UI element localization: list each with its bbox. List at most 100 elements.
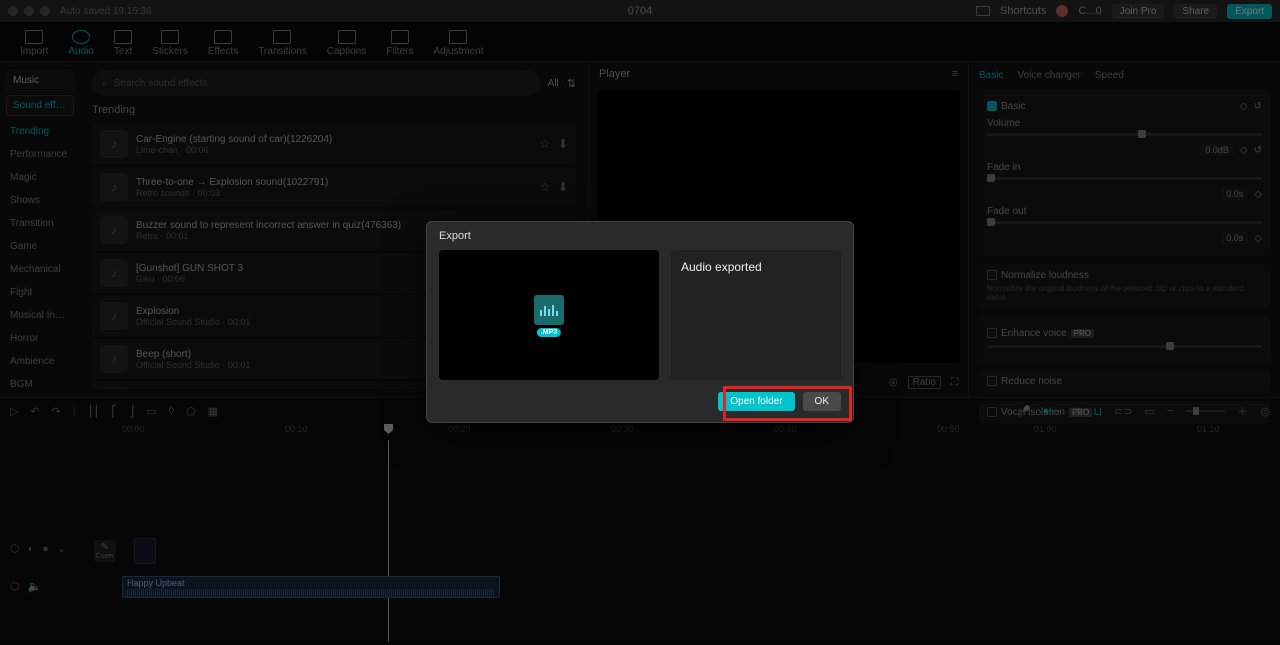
rtab-voice-changer[interactable]: Voice changer [1017,70,1080,81]
split-icon[interactable]: ⎮⎮ [88,405,99,418]
fadeout-label: Fade out [987,206,1026,217]
lock-icon[interactable]: ⬡ [10,542,20,555]
tab-filters[interactable]: Filters [376,30,423,61]
voiceover-icon[interactable]: ▦ [208,405,218,418]
fadein-slider[interactable] [987,177,1262,180]
undo-icon[interactable]: ↶ [30,405,39,418]
timeline-ruler[interactable]: 00:00 00:10 00:20 00:30 00:40 00:50 01:0… [0,424,1280,440]
link-icon[interactable]: ⊂⊃ [1114,405,1132,418]
audio-clip[interactable]: Happy Upbeat [122,576,500,598]
tab-text[interactable]: Text [104,30,142,61]
ratio-button[interactable]: Ratio [908,376,941,389]
volume-label: Volume [987,118,1020,129]
snap-icon[interactable]: ⊟ [1072,405,1081,418]
delete-icon[interactable]: ▭ [146,405,156,418]
cat-musical[interactable]: Musical Inst... [0,304,80,327]
basic-checkbox[interactable] [987,101,997,111]
playhead-icon[interactable] [384,424,393,434]
favorite-icon[interactable]: ☆ [539,137,550,151]
filter-all[interactable]: All [548,78,559,89]
cat-magic[interactable]: Magic [0,166,80,189]
cat-performance[interactable]: Performance [0,143,80,166]
cat-fight[interactable]: Fight [0,281,80,304]
favorite-icon[interactable]: ☆ [539,180,550,194]
collapse-icon[interactable]: ⌄ [57,542,66,555]
sound-item[interactable]: ♪Car-Engine (starting sound of car)(1226… [92,124,576,164]
avatar[interactable] [1056,5,1068,17]
marker-icon[interactable]: ⬠ [186,405,196,418]
join-pro-button[interactable]: Join Pro [1112,4,1165,19]
zoom-slider[interactable] [1185,410,1225,412]
volume-slider[interactable] [987,133,1262,136]
cover-thumbnail[interactable] [134,538,156,564]
tab-adjustment[interactable]: Adjustment [423,30,493,61]
keyframe-icon[interactable]: ◇ [1240,145,1248,156]
player-menu-icon[interactable]: ≡ [952,68,958,80]
rtab-speed[interactable]: Speed [1095,70,1124,81]
magnet-icon[interactable]: ⊔ [1094,405,1103,418]
pointer-tool-icon[interactable]: ▷ [10,405,18,418]
keyframe-icon[interactable]: ◇ [1240,101,1248,112]
reset-icon[interactable]: ↺ [1254,145,1262,156]
cat-transition[interactable]: Transition [0,212,80,235]
import-icon [25,30,43,44]
keyframe-icon[interactable]: ◇ [1254,233,1262,244]
tab-audio[interactable]: Audio [58,30,104,61]
cat-mechanical[interactable]: Mechanical [0,258,80,281]
zoom-out-icon[interactable]: − [1167,405,1173,417]
open-folder-button[interactable]: Open folder [718,392,794,411]
sort-icon[interactable]: ⇅ [567,77,576,90]
download-icon[interactable]: ⬇ [558,137,568,151]
shortcuts-link[interactable]: Shortcuts [1000,5,1046,17]
zoom-fit-icon[interactable]: ◎ [889,377,898,388]
trim-left-icon[interactable]: ⎡ [111,405,117,418]
reduce-checkbox[interactable] [987,376,997,386]
download-icon[interactable]: ⬇ [558,180,568,194]
redo-icon[interactable]: ↷ [52,405,61,418]
mute-icon[interactable]: ● [42,543,49,555]
cat-trending[interactable]: Trending [0,120,80,143]
export-button[interactable]: Export [1227,4,1272,19]
share-button[interactable]: Share [1174,4,1217,19]
cat-bgm[interactable]: BGM [0,373,80,396]
track-toggle-icon[interactable]: ●— [1043,405,1061,417]
preview-icon[interactable]: ▭ [1145,405,1155,418]
tab-effects[interactable]: Effects [198,30,248,61]
tab-captions[interactable]: Captions [317,30,376,61]
layout-icon[interactable] [976,6,990,16]
enhance-checkbox[interactable] [987,328,997,338]
window-controls[interactable] [8,6,50,16]
zoom-in-icon[interactable]: ＋ [1237,403,1248,419]
enhance-slider[interactable] [987,345,1262,348]
rtab-basic[interactable]: Basic [979,70,1003,81]
fadeout-slider[interactable] [987,221,1262,224]
sound-item[interactable]: ♪Three-to-one → Explosion sound(1022791)… [92,167,576,207]
ok-button[interactable]: OK [803,392,841,411]
audio-icon [72,30,90,44]
crop-icon[interactable]: ◊ [169,405,174,417]
visibility-icon[interactable]: ◐ [28,543,35,555]
tab-transitions[interactable]: Transitions [248,30,317,61]
trim-right-icon[interactable]: ⎦ [129,405,135,418]
mute-icon[interactable]: 🔈 [28,580,42,593]
cat-horror[interactable]: Horror [0,327,80,350]
search-input[interactable]: ⌕ Search sound effects [92,70,540,96]
cat-game[interactable]: Game [0,235,80,258]
section-sound-effects[interactable]: Sound effects [6,95,74,116]
timeline-tracks[interactable]: ⬡ ◐ ● ⌄ ✎Cover ⬡ 🔈 Happy Upbeat [0,440,1280,642]
music-note-icon: ♪ [100,216,128,244]
section-music[interactable]: Music [6,70,74,91]
cat-shows[interactable]: Shows [0,189,80,212]
cover-button[interactable]: ✎Cover [94,540,116,562]
reset-icon[interactable]: ↺ [1254,101,1262,112]
lock-icon[interactable]: ⬡ [10,580,20,593]
tab-import[interactable]: Import [10,30,58,61]
normalize-checkbox[interactable] [987,270,997,280]
mic-icon[interactable]: 🎤 [1017,405,1031,418]
cat-ambience[interactable]: Ambience [0,350,80,373]
fullscreen-icon[interactable]: ⛶ [951,377,958,388]
properties-panel: Basic Voice changer Speed Basic◇↺ Volume… [968,62,1280,397]
zoom-fit-icon[interactable]: ◎ [1260,405,1270,418]
keyframe-icon[interactable]: ◇ [1254,189,1262,200]
tab-stickers[interactable]: Stickers [142,30,198,61]
